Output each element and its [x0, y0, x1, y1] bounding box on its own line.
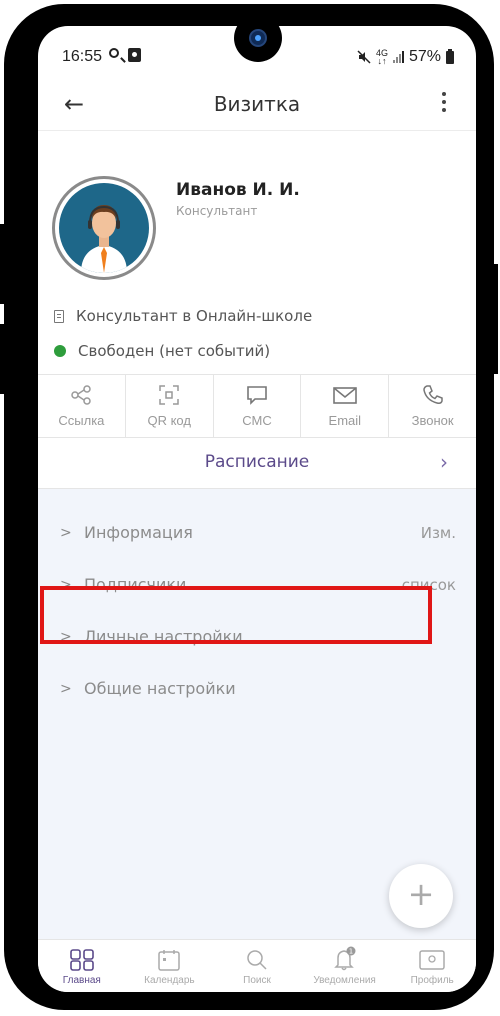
action-label: Ссылка	[58, 413, 105, 428]
profile-role: Консультант	[176, 204, 258, 218]
avatar-image	[59, 183, 149, 273]
profile-card-icon	[419, 950, 445, 970]
action-email[interactable]: Email	[301, 375, 390, 437]
add-button[interactable]: +	[389, 864, 453, 928]
person-icon	[81, 205, 127, 273]
section-info[interactable]: > Информация Изм.	[38, 509, 476, 561]
network-type: 4G ↓↑	[376, 49, 388, 66]
qr-icon	[159, 385, 179, 405]
bell-icon: 1	[333, 946, 356, 971]
front-camera	[234, 14, 282, 62]
tab-calendar[interactable]: Календарь	[126, 940, 214, 992]
tab-profile[interactable]: Профиль	[388, 940, 476, 992]
status-time: 16:55	[62, 48, 103, 65]
status-search-icon	[109, 48, 119, 58]
availability-text: Свободен (нет событий)	[78, 342, 271, 360]
more-menu-icon[interactable]	[442, 92, 446, 116]
volume-button-lower	[0, 324, 6, 394]
battery-icon	[446, 48, 454, 64]
tab-label: Уведомления	[313, 975, 376, 986]
avatar[interactable]	[52, 176, 156, 280]
position-text: Консультант в Онлайн-школе	[76, 307, 313, 325]
tab-label: Профиль	[410, 975, 454, 986]
edit-link[interactable]: Изм.	[421, 524, 456, 542]
calendar-icon	[158, 950, 181, 971]
section-general-settings[interactable]: > Общие настройки	[38, 665, 476, 717]
action-label: Звонок	[411, 413, 454, 428]
bottom-tab-bar: Главная Календарь Поиск 1 Уведомления Пр…	[38, 939, 476, 992]
status-dot-icon	[54, 345, 66, 357]
tab-label: Поиск	[243, 975, 271, 986]
contact-actions: Ссылка QR код СМС Email Звонок	[38, 374, 476, 438]
section-label: Общие настройки	[84, 679, 236, 698]
tab-home[interactable]: Главная	[38, 940, 126, 992]
app-bar: ← Визитка	[38, 80, 476, 131]
signal-icon	[392, 51, 404, 63]
section-label: Информация	[84, 523, 193, 542]
action-label: СМС	[242, 413, 272, 428]
volume-button	[0, 224, 6, 304]
schedule-row[interactable]: Расписание ›	[38, 438, 476, 489]
tab-notifications[interactable]: 1 Уведомления	[301, 940, 389, 992]
document-icon	[54, 309, 64, 323]
tab-label: Календарь	[144, 975, 195, 986]
highlight-box	[40, 586, 432, 644]
status-right: 4G ↓↑ 57%	[357, 48, 454, 66]
share-icon	[71, 385, 92, 405]
position-line: Консультант в Онлайн-школе	[54, 307, 312, 325]
availability-line: Свободен (нет событий)	[54, 342, 270, 360]
chevron-right-icon: ›	[440, 450, 448, 474]
action-label: QR код	[147, 413, 191, 428]
action-call[interactable]: Звонок	[389, 375, 476, 437]
page-title: Визитка	[213, 92, 301, 116]
sms-icon	[247, 386, 267, 405]
network-arrows: ↓↑	[377, 56, 387, 66]
mute-icon	[357, 50, 371, 64]
action-sms[interactable]: СМС	[214, 375, 302, 437]
phone-frame: 16:55 4G ↓↑ 57% ← Визитка Иванов И. И. К…	[0, 4, 498, 1010]
screen: 16:55 4G ↓↑ 57% ← Визитка Иванов И. И. К…	[38, 26, 476, 992]
battery-percent: 57%	[408, 48, 441, 65]
schedule-label: Расписание	[204, 452, 310, 472]
mail-icon	[332, 387, 357, 404]
search-icon	[247, 950, 267, 970]
power-button	[492, 264, 498, 374]
tab-label: Главная	[62, 975, 101, 986]
chevron-right-icon: >	[60, 681, 72, 697]
tab-search[interactable]: Поиск	[213, 940, 301, 992]
status-gallery-icon	[128, 48, 141, 62]
profile-name: Иванов И. И.	[176, 180, 300, 200]
action-label: Email	[328, 413, 362, 428]
action-qr[interactable]: QR код	[126, 375, 214, 437]
notification-badge: 1	[348, 948, 352, 956]
phone-icon	[422, 385, 443, 404]
grid-icon	[69, 949, 94, 971]
chevron-right-icon: >	[60, 525, 72, 541]
action-link[interactable]: Ссылка	[38, 375, 126, 437]
